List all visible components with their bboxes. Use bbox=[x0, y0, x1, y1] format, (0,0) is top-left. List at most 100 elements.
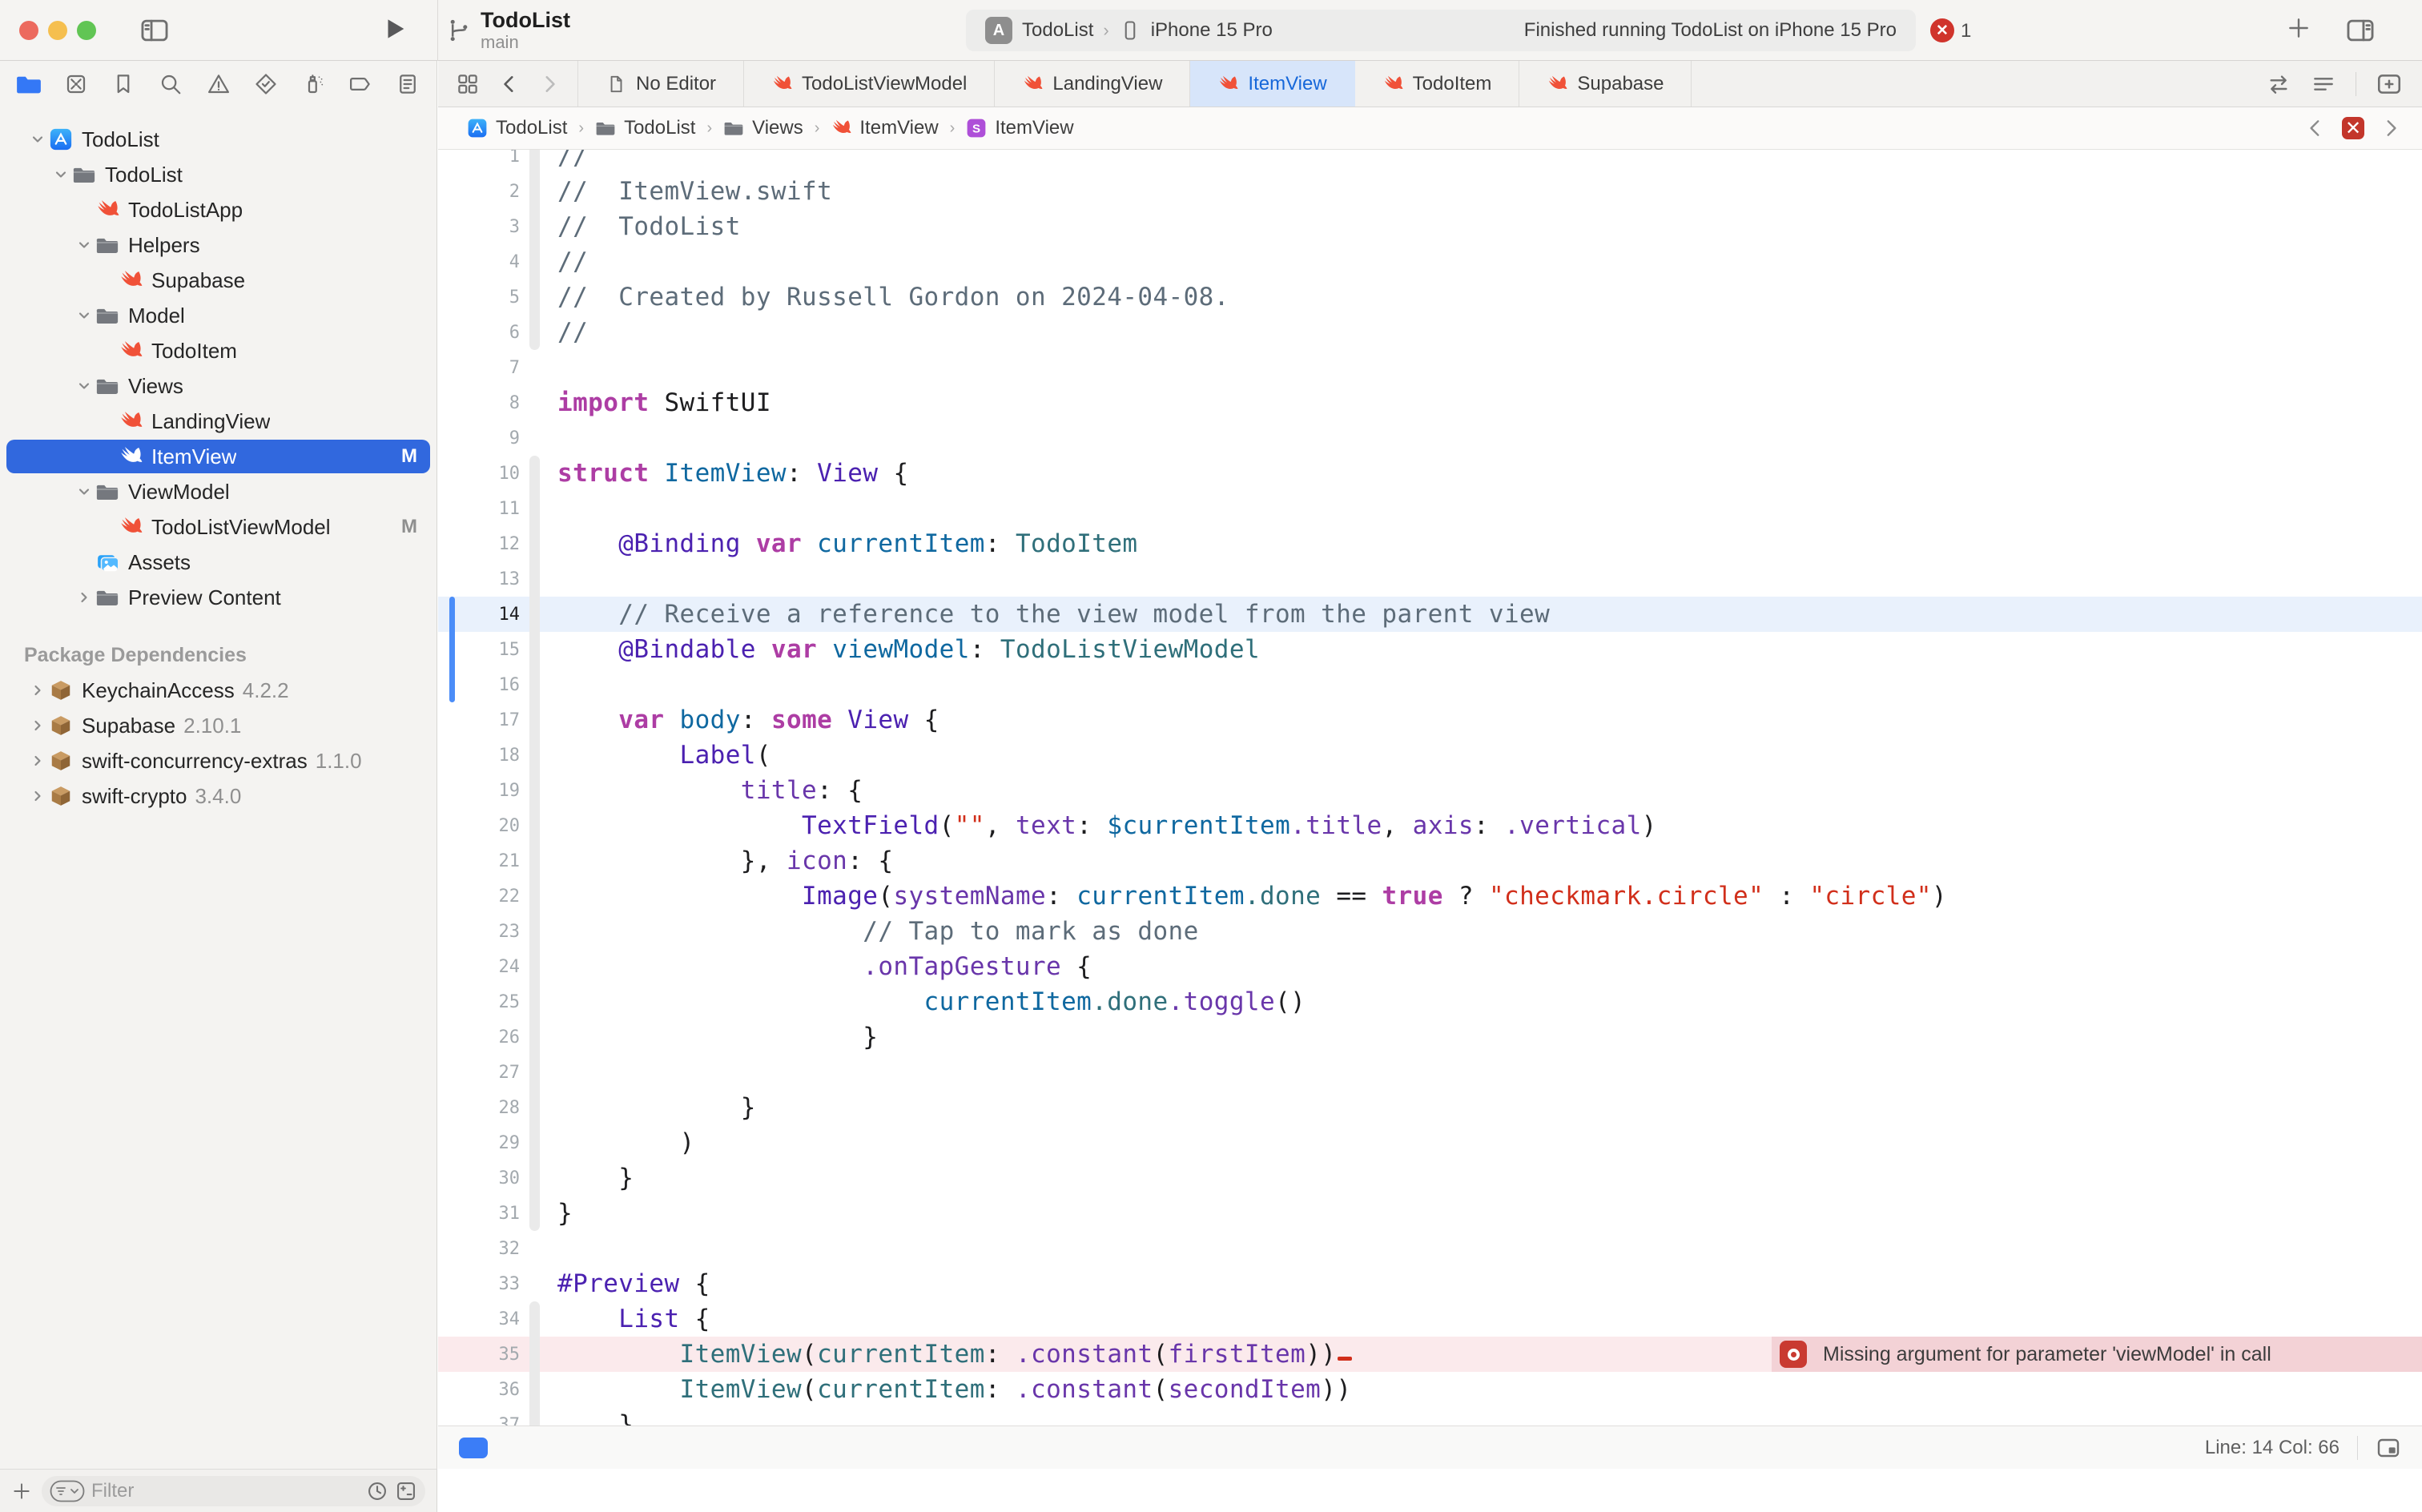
disclosure-chevron-icon[interactable] bbox=[27, 131, 48, 147]
project-navigator-icon[interactable] bbox=[13, 68, 45, 100]
adjust-editor-options-icon[interactable] bbox=[2311, 71, 2336, 97]
disclosure-chevron-icon[interactable] bbox=[74, 484, 95, 500]
activity-status-bar[interactable]: A TodoList › iPhone 15 Pro Finished runn… bbox=[966, 10, 1916, 51]
code-line[interactable]: 11 bbox=[438, 491, 2422, 526]
tab-landingview[interactable]: LandingView bbox=[995, 61, 1190, 107]
issue-error-badge-icon[interactable]: ✕ bbox=[2342, 117, 2364, 139]
code-line[interactable]: 6// bbox=[438, 315, 2422, 350]
code-line[interactable]: 34 List { bbox=[438, 1301, 2422, 1337]
code-line[interactable]: 7 bbox=[438, 350, 2422, 385]
toggle-right-inspector-icon[interactable] bbox=[2345, 15, 2376, 46]
code-line[interactable]: 28 } bbox=[438, 1090, 2422, 1125]
code-text[interactable]: .onTapGesture { bbox=[557, 949, 1092, 984]
tree-item-model[interactable]: Model bbox=[0, 298, 437, 333]
debug-icon[interactable] bbox=[297, 68, 329, 100]
tab-itemview[interactable]: ItemView bbox=[1190, 61, 1354, 107]
breadcrumb-item-itemview[interactable]: ItemView bbox=[831, 117, 938, 139]
add-button[interactable] bbox=[2286, 15, 2311, 41]
tree-item-preview-content[interactable]: Preview Content bbox=[0, 580, 437, 615]
code-line[interactable]: 12 @Binding var currentItem: TodoItem bbox=[438, 526, 2422, 561]
code-text[interactable]: @Binding var currentItem: TodoItem bbox=[557, 526, 1138, 561]
tree-item-views[interactable]: Views bbox=[0, 368, 437, 404]
line-number[interactable]: 35 bbox=[438, 1345, 520, 1365]
code-line[interactable]: 3 // TodoList bbox=[438, 209, 2422, 244]
line-number[interactable]: 29 bbox=[438, 1133, 520, 1153]
source-control-change-bar[interactable] bbox=[449, 597, 455, 702]
code-text[interactable]: var body: some View { bbox=[557, 702, 939, 738]
error-badge-icon[interactable]: ✕ bbox=[1930, 18, 1954, 42]
line-number[interactable]: 36 bbox=[438, 1380, 520, 1400]
code-text[interactable]: import SwiftUI bbox=[557, 385, 771, 420]
code-text[interactable]: ItemView(currentItem: .constant(secondIt… bbox=[557, 1372, 1351, 1407]
tree-item-viewmodel[interactable]: ViewModel bbox=[0, 474, 437, 509]
line-number[interactable]: 3 bbox=[438, 217, 520, 237]
breadcrumb-item-views[interactable]: Views bbox=[723, 117, 803, 139]
editor-mode-chip-icon[interactable] bbox=[459, 1438, 488, 1458]
error-count[interactable]: 1 bbox=[1961, 20, 1971, 42]
code-text[interactable]: @Bindable var viewModel: TodoListViewMod… bbox=[557, 632, 1260, 667]
code-line[interactable]: 20 TextField("", text: $currentItem.titl… bbox=[438, 808, 2422, 843]
line-number[interactable]: 8 bbox=[438, 393, 520, 413]
code-line[interactable]: 18 Label( bbox=[438, 738, 2422, 773]
line-number[interactable]: 34 bbox=[438, 1309, 520, 1329]
tree-item-todolist[interactable]: TodoList bbox=[0, 157, 437, 192]
line-number[interactable]: 19 bbox=[438, 781, 520, 801]
line-number[interactable]: 28 bbox=[438, 1098, 520, 1118]
code-line[interactable]: 2// ItemView.swift bbox=[438, 174, 2422, 209]
zoom-window-button[interactable] bbox=[77, 21, 96, 40]
run-destination[interactable]: iPhone 15 Pro bbox=[1151, 19, 1273, 42]
line-number[interactable]: 4 bbox=[438, 252, 520, 272]
code-line[interactable]: 5// Created by Russell Gordon on 2024-04… bbox=[438, 279, 2422, 315]
code-line[interactable]: 13 bbox=[438, 561, 2422, 597]
line-number[interactable]: 31 bbox=[438, 1204, 520, 1224]
code-line[interactable]: 23 // Tap to mark as done bbox=[438, 914, 2422, 949]
filter-input[interactable] bbox=[91, 1480, 360, 1502]
toggle-left-sidebar-icon[interactable] bbox=[139, 15, 170, 46]
swap-editor-icon[interactable] bbox=[2266, 71, 2291, 97]
code-line[interactable]: 16 bbox=[438, 667, 2422, 702]
tree-item-helpers[interactable]: Helpers bbox=[0, 227, 437, 263]
line-number[interactable]: 17 bbox=[438, 710, 520, 730]
code-text[interactable]: // Receive a reference to the view model… bbox=[557, 597, 1550, 632]
code-text[interactable]: Label( bbox=[557, 738, 771, 773]
disclosure-chevron-icon[interactable] bbox=[74, 589, 95, 605]
code-text[interactable]: List { bbox=[557, 1301, 710, 1337]
line-number[interactable]: 32 bbox=[438, 1239, 520, 1259]
go-back-icon[interactable] bbox=[499, 74, 520, 94]
code-line[interactable]: 29 ) bbox=[438, 1125, 2422, 1160]
line-number[interactable]: 22 bbox=[438, 887, 520, 907]
tree-item-assets[interactable]: Assets bbox=[0, 545, 437, 580]
line-number[interactable]: 20 bbox=[438, 816, 520, 836]
code-line[interactable]: 27 bbox=[438, 1055, 2422, 1090]
line-number[interactable]: 23 bbox=[438, 922, 520, 942]
run-button[interactable] bbox=[381, 15, 408, 42]
tree-item-itemview[interactable]: ItemViewM bbox=[0, 439, 437, 474]
code-line[interactable]: 15 @Bindable var viewModel: TodoListView… bbox=[438, 632, 2422, 667]
line-number[interactable]: 24 bbox=[438, 957, 520, 977]
inline-error-annotation[interactable]: Missing argument for parameter 'viewMode… bbox=[1772, 1337, 2422, 1372]
scheme-name[interactable]: TodoList bbox=[1022, 19, 1093, 42]
go-forward-icon[interactable] bbox=[539, 74, 560, 94]
tab-todolistviewmodel[interactable]: TodoListViewModel bbox=[744, 61, 995, 107]
code-text[interactable]: ) bbox=[557, 1125, 695, 1160]
code-line[interactable]: 36 ItemView(currentItem: .constant(secon… bbox=[438, 1372, 2422, 1407]
code-text[interactable]: }, icon: { bbox=[557, 843, 893, 879]
package-item-swift-crypto[interactable]: swift-crypto3.4.0 bbox=[0, 778, 437, 814]
line-number[interactable]: 2 bbox=[438, 182, 520, 202]
code-line[interactable]: 19 title: { bbox=[438, 773, 2422, 808]
tree-item-todolistviewmodel[interactable]: TodoListViewModelM bbox=[0, 509, 437, 545]
tests-icon[interactable] bbox=[250, 68, 282, 100]
code-line[interactable]: 14 // Receive a reference to the view mo… bbox=[438, 597, 2422, 632]
disclosure-chevron-icon[interactable] bbox=[27, 753, 48, 769]
code-text[interactable]: // TodoList bbox=[557, 209, 741, 244]
code-line[interactable]: 1// bbox=[438, 150, 2422, 174]
code-line[interactable]: 4// bbox=[438, 244, 2422, 279]
code-line[interactable]: 35 ItemView(currentItem: .constant(first… bbox=[438, 1337, 2422, 1372]
issues-icon[interactable] bbox=[203, 68, 235, 100]
code-line[interactable]: 8 import SwiftUI bbox=[438, 385, 2422, 420]
disclosure-chevron-icon[interactable] bbox=[27, 718, 48, 734]
display-icon[interactable] bbox=[2376, 1435, 2401, 1461]
next-issue-icon[interactable] bbox=[2380, 118, 2401, 139]
code-text[interactable]: // bbox=[557, 150, 588, 174]
line-number[interactable]: 6 bbox=[438, 323, 520, 343]
